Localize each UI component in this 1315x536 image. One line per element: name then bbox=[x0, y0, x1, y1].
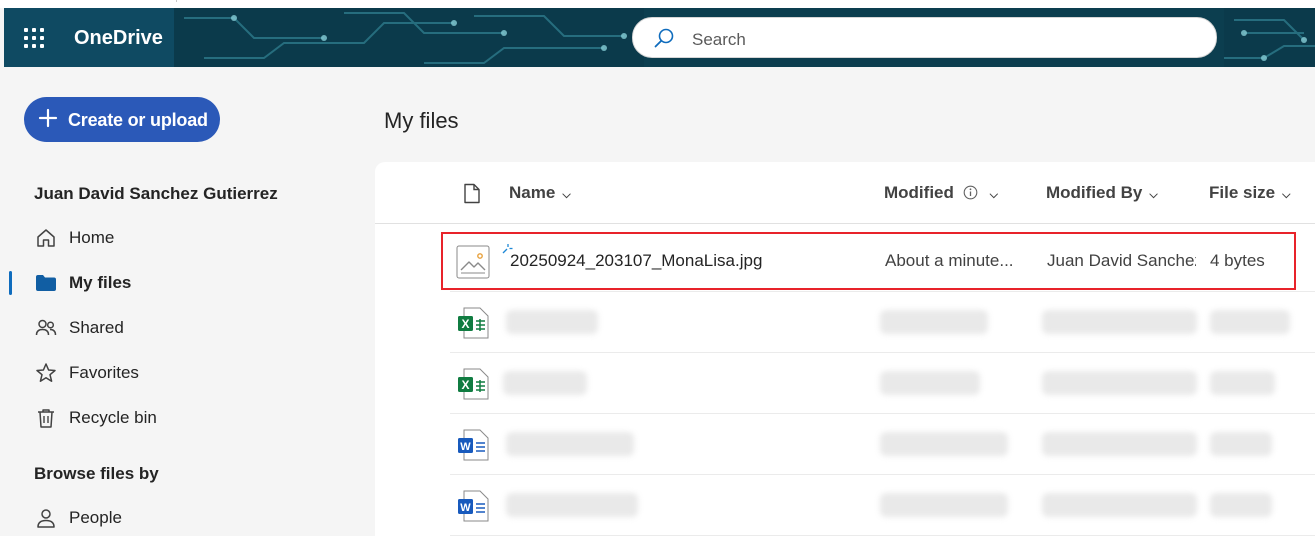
people-icon bbox=[35, 319, 57, 336]
sidebar-item-shared[interactable]: Shared bbox=[0, 308, 360, 348]
svg-text:W: W bbox=[460, 502, 471, 514]
brand-area: OneDrive bbox=[4, 8, 174, 67]
sidebar-item-people[interactable]: People bbox=[0, 498, 360, 536]
account-name[interactable]: Juan David Sanchez Gutierrez bbox=[34, 184, 278, 204]
chevron-down-icon: ⌵ bbox=[1149, 189, 1158, 201]
file-modified: About a minute... bbox=[885, 251, 1014, 270]
person-icon bbox=[37, 509, 55, 528]
file-name[interactable]: 20250924_203107_MonaLisa.jpg bbox=[510, 251, 880, 271]
svg-text:X: X bbox=[461, 317, 469, 331]
folder-icon bbox=[36, 275, 56, 291]
column-header-modified-by[interactable]: Modified By ⌵ bbox=[1046, 183, 1158, 203]
sidebar-item-label: Home bbox=[69, 228, 115, 247]
sidebar-item-label: Favorites bbox=[69, 363, 139, 382]
word-file-icon: W bbox=[458, 490, 489, 522]
file-row[interactable]: 20250924_203107_MonaLisa.jpg About a min… bbox=[450, 231, 1315, 292]
chevron-down-icon: ⌵ bbox=[1282, 189, 1291, 201]
column-header-name[interactable]: Name ⌵ bbox=[509, 183, 571, 203]
column-header-label: Modified bbox=[884, 183, 954, 202]
sidebar-item-my-files[interactable]: My files bbox=[0, 263, 360, 303]
file-row[interactable]: W bbox=[450, 414, 1315, 475]
sidebar-item-label: My files bbox=[69, 273, 132, 292]
file-row[interactable]: W bbox=[450, 475, 1315, 536]
column-header-label: Modified By bbox=[1046, 183, 1143, 202]
app-name[interactable]: OneDrive bbox=[74, 27, 163, 50]
file-row[interactable]: X bbox=[450, 353, 1315, 414]
excel-file-icon: X bbox=[458, 368, 489, 400]
file-type-column-icon[interactable] bbox=[463, 183, 481, 204]
column-header-label: File size bbox=[1209, 183, 1276, 202]
image-file-icon bbox=[456, 245, 490, 279]
info-icon[interactable] bbox=[963, 185, 978, 200]
search-placeholder: Search bbox=[692, 30, 746, 49]
chevron-down-icon: ⌵ bbox=[562, 189, 571, 201]
word-file-icon: W bbox=[458, 429, 489, 461]
home-icon bbox=[37, 229, 55, 247]
app-launcher-icon[interactable] bbox=[24, 28, 44, 48]
excel-file-icon: X bbox=[458, 307, 489, 339]
create-or-upload-button[interactable]: Create or upload bbox=[24, 97, 220, 142]
sidebar-item-label: People bbox=[69, 508, 122, 527]
create-or-upload-label: Create or upload bbox=[68, 110, 208, 130]
sidebar-item-home[interactable]: Home bbox=[0, 218, 360, 258]
trash-icon bbox=[38, 409, 54, 428]
page-title: My files bbox=[384, 108, 459, 133]
star-icon bbox=[36, 363, 56, 382]
column-header-label: Name bbox=[509, 183, 556, 202]
browse-files-by-heading: Browse files by bbox=[34, 464, 159, 483]
file-modified-by: Juan David Sanchez bbox=[1047, 251, 1196, 270]
sidebar-item-label: Shared bbox=[69, 318, 124, 337]
svg-text:X: X bbox=[461, 378, 469, 392]
active-indicator bbox=[9, 271, 12, 295]
sidebar-item-favorites[interactable]: Favorites bbox=[0, 353, 360, 393]
sidebar-item-recycle-bin[interactable]: Recycle bin bbox=[0, 398, 360, 438]
svg-text:W: W bbox=[460, 441, 471, 453]
browser-top-strip bbox=[0, 0, 1315, 8]
plus-icon bbox=[38, 108, 58, 128]
sidebar-item-label: Recycle bin bbox=[69, 408, 157, 427]
search-icon bbox=[654, 28, 674, 48]
header-divider bbox=[375, 223, 1315, 224]
file-size: 4 bytes bbox=[1210, 251, 1265, 270]
column-header-file-size[interactable]: File size ⌵ bbox=[1209, 183, 1290, 203]
column-header-modified[interactable]: Modified ⌵ bbox=[884, 183, 998, 203]
chevron-down-icon: ⌵ bbox=[989, 189, 998, 201]
file-row[interactable]: X bbox=[450, 292, 1315, 353]
search-box[interactable]: Search bbox=[632, 17, 1217, 58]
